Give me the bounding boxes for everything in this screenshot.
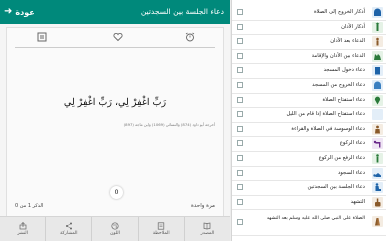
list-item-label: دعاء دخول المسجد [323,67,365,74]
list-item[interactable]: دعاء السجود [232,166,386,182]
list-item-label: دعاء الوسوسة في الصلاة والقراءة [291,125,365,132]
checkbox[interactable] [237,198,243,205]
palette-icon [111,222,119,230]
settings-icon[interactable] [37,32,47,42]
list-item-label: الدعاء بعد الأذان [330,38,365,45]
checkbox[interactable] [237,125,243,132]
checkbox[interactable] [237,169,243,176]
bowing-icon [372,138,383,150]
share-label: النشر [17,231,28,236]
prostration-icon [372,167,383,179]
person-raising-icon [372,36,383,48]
list-item[interactable]: دعاء الوسوسة في الصلاة والقراءة [232,122,386,138]
list-item[interactable]: دعاء الخروج من المسجد [232,78,386,94]
card-divider [15,47,215,48]
list-item[interactable]: التشهد [232,195,386,211]
repeat-label: مرة واحدة [191,203,215,209]
checkbox[interactable] [237,67,243,74]
list-item-label: أذكار الأذان [341,23,365,30]
checkbox[interactable] [237,96,243,103]
mosque-icon [372,7,383,18]
list-item-label: دعاء السجود [337,169,365,176]
list-item-label: الدعاء بين الأذان والإقامة [311,52,365,59]
list-item-label: دعاء الركوع [339,140,365,147]
book-icon [204,222,211,230]
back-label: عودة [15,7,35,17]
list-item[interactable]: دعاء الركوع [232,136,386,152]
finger-icon [372,196,383,208]
list-item[interactable]: أذكار الأذان [232,20,386,36]
notes-button[interactable]: الملاحظة [137,217,184,241]
source-label: المصدر [200,231,215,236]
list-item[interactable]: دعاء دخول المسجد [232,63,386,79]
list-item[interactable]: الدعاء بين الأذان والإقامة [232,49,386,65]
card-actions [7,32,223,44]
list-item[interactable]: دعاء الرفع من الركوع [232,151,386,167]
checkbox[interactable] [237,9,243,15]
checkbox[interactable] [237,111,243,118]
list-item-label: الصلاة على النبي صلى الله عليه وسلم بعد … [266,216,365,222]
color-button[interactable]: اللون [91,217,137,241]
checkbox[interactable] [237,38,243,45]
alarm-icon[interactable] [185,32,195,42]
main-content: رَبِّ اغْفِرْ لِي، رَبِّ اغْفِرْ لِي أخر… [0,24,230,241]
list-item-label: دعاء الخروج من المسجد [312,82,365,88]
hands-icon [372,50,383,62]
list-item[interactable]: الدعاء بعد الأذان [232,34,386,50]
checkbox[interactable] [237,52,243,59]
list-item-label: التشهد [350,198,365,205]
source-text: أخرجه أبو داود (874) والنسائي (1069) واب… [123,122,215,127]
moon-icon [372,109,383,121]
sharing-button[interactable]: المشاركة [45,217,91,241]
share-button[interactable]: النشر [0,217,45,241]
dua-text: رَبِّ اغْفِرْ لِي، رَبِّ اغْفِرْ لِي [63,97,167,108]
card-footer: الذكر 1 من 0 0 مرة واحدة [7,186,223,218]
list-item-selected[interactable]: دعاء الجلسة بين السجدتين [232,180,386,196]
sitting-icon [372,182,383,194]
mosque-exit-icon [372,80,383,91]
standing-icon [372,153,383,164]
list-item-label: دعاء الرفع من الركوع [318,155,365,161]
source-button[interactable]: المصدر [183,217,230,241]
dhikr-card: رَبِّ اغْفِرْ لِي، رَبِّ اغْفِرْ لِي أخر… [6,27,224,219]
back-button[interactable]: ➜ عودة [4,7,35,17]
adhkar-list: أذكار الخروج إلى الصلاة أذكار الأذان الد… [231,0,386,241]
count-label: الذكر 1 من 0 [15,203,44,209]
checkbox[interactable] [237,140,243,147]
door-icon [372,65,383,77]
checkbox[interactable] [237,155,243,161]
list-item-label: دعاء استفتاح الصلاة إذا قام من الليل [286,111,365,118]
sharing-label: المشاركة [60,231,78,236]
top-bar: ➜ عودة دعاء الجلسة بين السجدتين [0,0,230,24]
bottom-toolbar: النشر المشاركة اللون الملاحظة المصدر [0,216,230,241]
checkbox[interactable] [237,82,243,88]
checkbox[interactable] [237,219,243,226]
share-icon [19,222,26,230]
list-item[interactable]: أذكار الخروج إلى الصلاة [232,5,386,21]
color-label: اللون [110,231,120,236]
notes-label: الملاحظة [152,231,170,236]
note-icon [158,222,165,230]
list-item-label: أذكار الخروج إلى الصلاة [313,9,365,15]
counter-button[interactable]: 0 [110,186,123,199]
prayer-hands-icon [372,216,383,228]
list-item[interactable]: دعاء استفتاح الصلاة [232,93,386,109]
person-icon [372,123,383,135]
checkbox[interactable] [237,23,243,30]
location-icon [372,94,383,106]
page-title: دعاء الجلسة بين السجدتين [140,7,224,16]
checkbox[interactable] [237,184,243,191]
heart-icon[interactable] [113,32,123,42]
list-item[interactable]: دعاء استفتاح الصلاة إذا قام من الليل [232,107,386,123]
share-nodes-icon [65,222,72,230]
list-item-label: دعاء الجلسة بين السجدتين [307,184,365,191]
list-item[interactable]: الصلاة على النبي صلى الله عليه وسلم بعد … [232,209,386,237]
list-item-label: دعاء استفتاح الصلاة [322,96,365,103]
minaret-icon [372,21,383,33]
back-arrow-icon: ➜ [4,6,13,17]
